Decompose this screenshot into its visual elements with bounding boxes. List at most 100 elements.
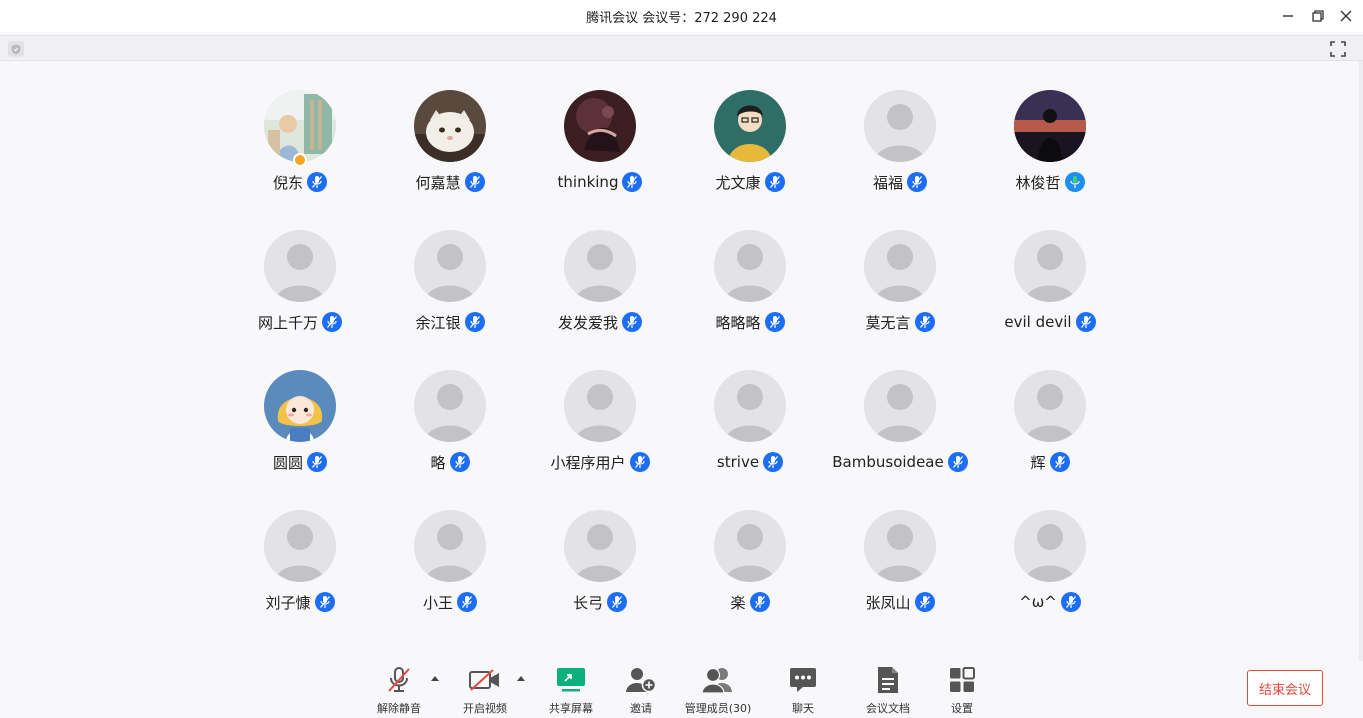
- meeting-docs-label: 会议文档: [866, 702, 910, 715]
- participant-tile[interactable]: 刘子慷: [225, 510, 375, 620]
- meeting-docs-button[interactable]: 会议文档: [864, 666, 912, 716]
- participant-name: 圆圆: [272, 453, 303, 472]
- settings-button[interactable]: 设置: [947, 666, 977, 716]
- default-avatar-icon: [564, 230, 636, 302]
- default-avatar-icon: [564, 370, 636, 442]
- mic-muted-icon: [622, 312, 642, 332]
- restore-button[interactable]: [1308, 6, 1328, 26]
- minimize-button[interactable]: [1278, 6, 1298, 26]
- mic-muted-icon: [914, 592, 935, 612]
- participant-tile[interactable]: 何嘉慧: [375, 90, 525, 200]
- mic-muted-icon: [307, 452, 327, 472]
- participant-name: 网上千万: [257, 313, 318, 332]
- participant-tile[interactable]: 莫无言: [825, 230, 975, 340]
- mic-muted-icon: [914, 312, 935, 332]
- participant-tile[interactable]: 网上千万: [225, 230, 375, 340]
- settings-label: 设置: [951, 702, 973, 715]
- participant-tile[interactable]: 圆圆: [225, 370, 375, 480]
- mic-muted-icon: [607, 592, 627, 612]
- participant-tile[interactable]: 长弓: [525, 510, 675, 620]
- participant-tile[interactable]: thinking: [525, 90, 675, 200]
- video-options-caret[interactable]: [517, 676, 525, 681]
- participant-name: Bambusoideae: [832, 453, 944, 471]
- default-avatar-icon: [264, 230, 336, 302]
- fullscreen-icon[interactable]: [1329, 40, 1347, 58]
- default-avatar-icon: [414, 510, 486, 582]
- participant-tile[interactable]: 小程序用户: [525, 370, 675, 480]
- manage-members-button[interactable]: 管理成员(30): [684, 666, 752, 716]
- mic-muted-icon: [457, 592, 477, 612]
- participant-tile[interactable]: ^ω^: [975, 510, 1125, 620]
- avatar: [264, 370, 336, 442]
- avatar: [564, 90, 636, 162]
- mic-muted-icon: [764, 312, 785, 332]
- unmute-button[interactable]: 解除静音: [376, 666, 422, 716]
- shield-icon[interactable]: [8, 41, 24, 57]
- participant-name: strive: [716, 453, 760, 471]
- default-avatar-icon: [864, 90, 936, 162]
- mic-muted-icon: [307, 172, 327, 192]
- participant-tile[interactable]: 福福: [825, 90, 975, 200]
- participant-tile[interactable]: 余江银: [375, 230, 525, 340]
- participant-tile[interactable]: 小王: [375, 510, 525, 620]
- close-button[interactable]: [1336, 6, 1356, 26]
- mic-active-icon: [1064, 172, 1085, 192]
- mic-muted-icon: [622, 172, 643, 192]
- participant-tile[interactable]: 略略略: [675, 230, 825, 340]
- default-avatar-icon: [264, 510, 336, 582]
- mic-muted-icon: [1049, 452, 1070, 472]
- participant-tile[interactable]: 尤文康: [675, 90, 825, 200]
- avatar: [264, 90, 336, 162]
- participant-name: 尤文康: [715, 173, 761, 192]
- participant-tile[interactable]: 略: [375, 370, 525, 480]
- mic-muted-icon: [322, 312, 342, 332]
- end-meeting-button[interactable]: 结束会议: [1247, 670, 1323, 706]
- default-avatar-icon: [864, 370, 936, 442]
- participant-name: 张凤山: [865, 593, 911, 612]
- close-icon: [1340, 10, 1352, 22]
- start-video-button[interactable]: 开启视频: [462, 666, 508, 716]
- start-video-label: 开启视频: [463, 702, 507, 715]
- default-avatar-icon: [1014, 230, 1086, 302]
- participant-tile[interactable]: 倪东: [225, 90, 375, 200]
- share-screen-label: 共享屏幕: [549, 702, 593, 715]
- participant-name: 楽: [730, 593, 746, 612]
- chat-button[interactable]: 聊天: [788, 666, 818, 716]
- window-title: 腾讯会议 会议号：272 290 224: [586, 11, 777, 26]
- default-avatar-icon: [414, 230, 486, 302]
- restore-icon: [1312, 10, 1324, 22]
- default-avatar-icon: [864, 510, 936, 582]
- avatar: [414, 90, 486, 162]
- participant-name: 长弓: [572, 593, 603, 612]
- share-screen-button[interactable]: 共享屏幕: [548, 666, 594, 716]
- participant-name: 何嘉慧: [415, 173, 461, 192]
- scrollbar[interactable]: [1359, 61, 1363, 661]
- participant-name: 略: [430, 453, 446, 472]
- mic-muted-icon: [464, 172, 485, 192]
- participant-tile[interactable]: 辉: [975, 370, 1125, 480]
- participant-tile[interactable]: evil devil: [975, 230, 1125, 340]
- title-bar: 腾讯会议 会议号：272 290 224: [0, 0, 1363, 32]
- participant-tile[interactable]: 张凤山: [825, 510, 975, 620]
- video-off-icon: [469, 666, 501, 694]
- meeting-toolbar: 解除静音 开启视频 共享屏幕 邀请 管理成员(30) 聊天 会议文档 设置 结束…: [0, 660, 1363, 718]
- participant-tile[interactable]: 发发爱我: [525, 230, 675, 340]
- host-badge-icon: [293, 153, 307, 167]
- mic-muted-icon: [947, 452, 968, 472]
- info-bar: [0, 35, 1363, 61]
- participant-tile[interactable]: strive: [675, 370, 825, 480]
- participant-tile[interactable]: 楽: [675, 510, 825, 620]
- mic-muted-icon: [907, 172, 927, 192]
- participant-name: 林俊哲: [1015, 173, 1061, 192]
- participant-name: 发发爱我: [557, 313, 618, 332]
- invite-button[interactable]: 邀请: [626, 666, 657, 716]
- manage-members-label: 管理成员(30): [684, 702, 752, 715]
- participant-name: 小王: [422, 593, 453, 612]
- default-avatar-icon: [1014, 510, 1086, 582]
- participant-name: 小程序用户: [550, 453, 626, 472]
- audio-options-caret[interactable]: [431, 676, 439, 681]
- participant-tile[interactable]: 林俊哲: [975, 90, 1125, 200]
- chat-label: 聊天: [792, 702, 814, 715]
- default-avatar-icon: [714, 510, 786, 582]
- participant-tile[interactable]: Bambusoideae: [825, 370, 975, 480]
